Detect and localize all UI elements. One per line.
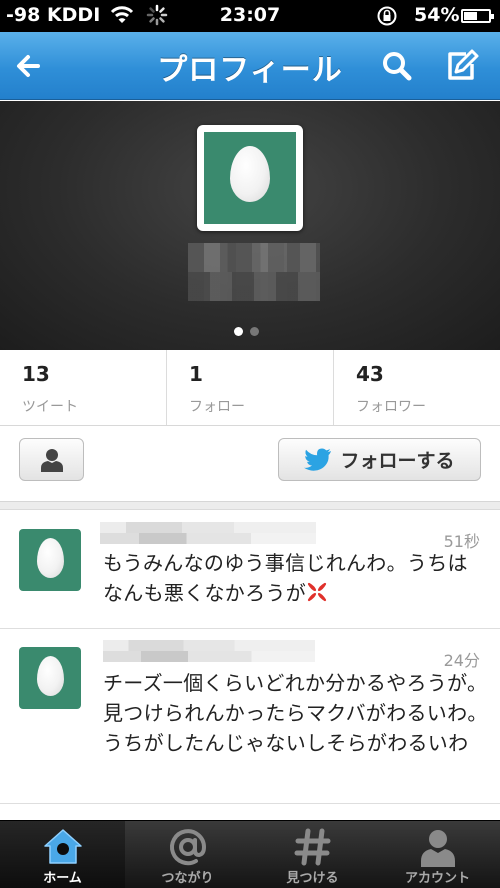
- egg-icon: [37, 656, 64, 696]
- tweet-avatar[interactable]: [19, 647, 81, 709]
- egg-icon: [230, 146, 270, 202]
- stat-following[interactable]: 1 フォロー: [167, 350, 334, 425]
- tweet-text: もうみんなのゆう事信じれんわ。うちはなんも悪くなかろうが: [103, 548, 488, 608]
- stat-value: 43: [356, 362, 384, 386]
- follow-button-label: フォローする: [340, 450, 455, 472]
- page-title: プロフィール: [157, 53, 343, 88]
- status-bar: -98 KDDI 23:07 54%: [0, 0, 500, 32]
- stat-label: ツイート: [22, 399, 78, 415]
- person-menu-button[interactable]: [19, 438, 84, 481]
- search-icon[interactable]: [377, 46, 417, 86]
- egg-icon: [37, 538, 64, 578]
- stat-followers[interactable]: 43 フォロワー: [334, 350, 500, 425]
- follow-button[interactable]: フォローする: [278, 438, 481, 481]
- anger-symbol-icon: [307, 582, 327, 602]
- account-icon: [420, 830, 455, 867]
- tab-bar: ホーム つながり 見つける アカウント: [0, 820, 500, 888]
- tab-connect[interactable]: つながり: [125, 821, 250, 888]
- page-dot: [250, 327, 259, 336]
- obscured-profile-name: [188, 243, 320, 301]
- battery-level-fill: [464, 12, 477, 20]
- profile-header: [0, 101, 500, 350]
- tab-discover[interactable]: 見つける: [250, 821, 375, 888]
- hashtag-icon: [294, 828, 330, 866]
- tweet-text-body: もうみんなのゆう事信じれんわ。うちはなんも悪くなかろうが: [103, 551, 468, 605]
- default-egg-avatar: [204, 132, 296, 224]
- stat-tweets[interactable]: 13 ツイート: [0, 350, 167, 425]
- stat-label: フォロー: [189, 399, 245, 415]
- at-icon: [169, 829, 206, 866]
- person-icon: [41, 449, 63, 472]
- stat-value: 1: [189, 362, 203, 386]
- rotation-lock-icon: [377, 6, 397, 26]
- tweet-item[interactable]: 24分 チーズ一個くらいどれか分かるやろうが。見つけられんかったらマクバがわるい…: [0, 629, 500, 804]
- stat-label: フォロワー: [356, 399, 426, 415]
- obscured-user-name: [100, 522, 316, 544]
- tab-label: アカウント: [404, 871, 470, 886]
- stat-value: 13: [22, 362, 50, 386]
- twitter-bird-icon: [304, 448, 332, 471]
- profile-stats: 13 ツイート 1 フォロー 43 フォロワー: [0, 350, 500, 426]
- compose-icon[interactable]: [442, 46, 482, 86]
- profile-avatar[interactable]: [197, 125, 303, 231]
- tab-account[interactable]: アカウント: [375, 821, 500, 888]
- battery-percent: 54%: [414, 4, 460, 26]
- section-divider: [0, 502, 500, 510]
- tab-label: つながり: [161, 871, 214, 886]
- tweet-item[interactable]: 51秒 もうみんなのゆう事信じれんわ。うちはなんも悪くなかろうが: [0, 511, 500, 629]
- page-indicator[interactable]: [234, 321, 266, 340]
- home-icon: [43, 829, 82, 864]
- nav-bar: プロフィール: [0, 32, 500, 100]
- tab-label: 見つける: [286, 871, 339, 886]
- battery-icon: [461, 9, 494, 23]
- tweet-avatar[interactable]: [19, 529, 81, 591]
- page-dot-active: [234, 327, 243, 336]
- tab-home[interactable]: ホーム: [0, 821, 125, 888]
- action-row: フォローする: [0, 426, 500, 502]
- tweet-text: チーズ一個くらいどれか分かるやろうが。見つけられんかったらマクバがわるいわ。うち…: [103, 671, 488, 755]
- tab-label: ホーム: [43, 871, 82, 886]
- obscured-user-name: [103, 640, 315, 662]
